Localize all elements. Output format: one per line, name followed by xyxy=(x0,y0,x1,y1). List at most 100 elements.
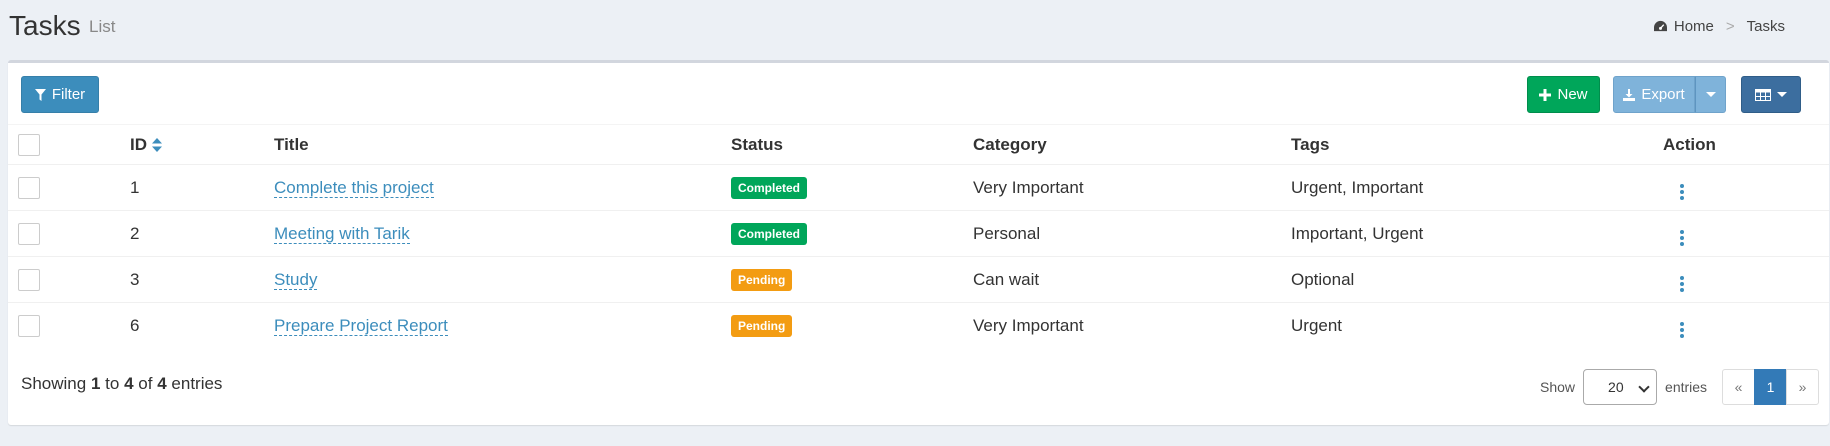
status-badge: Completed xyxy=(731,222,808,245)
row-title-link[interactable]: Prepare Project Report xyxy=(274,315,448,336)
info-entries-word: entries xyxy=(171,374,223,393)
info-of-word: of xyxy=(138,374,153,393)
column-header-action: Action xyxy=(1663,124,1829,165)
row-title-cell: Prepare Project Report xyxy=(274,302,731,349)
row-select-cell xyxy=(8,302,130,349)
status-badge: Pending xyxy=(731,314,793,337)
table-header-row: ID Title Status Category Tags Action xyxy=(8,124,1829,165)
sort-icon xyxy=(152,138,162,153)
chevron-down-icon xyxy=(1705,92,1716,97)
breadcrumb-current: Tasks xyxy=(1746,18,1785,35)
breadcrumb-home-link[interactable]: Home xyxy=(1674,18,1714,35)
page-length-select[interactable]: 20 xyxy=(1583,369,1658,405)
row-title-cell: Meeting with Tarik xyxy=(274,210,731,257)
row-title-cell: Study xyxy=(274,256,731,303)
breadcrumb-separator: > xyxy=(1725,18,1735,35)
row-checkbox[interactable] xyxy=(18,222,40,245)
export-button[interactable]: Export xyxy=(1613,76,1695,113)
row-select-cell xyxy=(8,256,130,303)
filter-icon xyxy=(34,88,46,101)
row-checkbox[interactable] xyxy=(18,314,40,337)
page-header: Tasks List Home > Tasks xyxy=(0,0,1830,58)
more-actions-icon[interactable] xyxy=(1677,320,1687,340)
column-visibility-button[interactable] xyxy=(1741,76,1801,113)
show-label: Show xyxy=(1540,379,1576,395)
dashboard-icon xyxy=(1653,20,1667,32)
filter-button[interactable]: Filter xyxy=(21,76,99,113)
plus-icon xyxy=(1539,88,1552,101)
column-header-id[interactable]: ID xyxy=(130,124,274,165)
pagination: « 1 » xyxy=(1722,369,1819,405)
page-title: Tasks xyxy=(9,10,81,41)
table-row: 1 Complete this project Completed Very I… xyxy=(8,164,1829,211)
entries-label: entries xyxy=(1665,379,1708,395)
row-title-link[interactable]: Study xyxy=(274,269,318,290)
row-action-cell xyxy=(1663,256,1829,303)
row-status-cell: Pending xyxy=(731,256,973,303)
export-button-label: Export xyxy=(1641,86,1685,103)
row-select-cell xyxy=(8,210,130,257)
info-from: 1 xyxy=(90,374,101,393)
row-id: 6 xyxy=(130,302,274,349)
row-category: Personal xyxy=(973,210,1291,257)
column-header-title[interactable]: Title xyxy=(274,124,731,165)
info-to-word: to xyxy=(105,374,120,393)
tasks-list-box: Filter New Export ID Title Status Catego… xyxy=(8,60,1829,425)
table-row: 6 Prepare Project Report Pending Very Im… xyxy=(8,302,1829,349)
column-header-status[interactable]: Status xyxy=(731,124,973,165)
table-row: 3 Study Pending Can wait Optional xyxy=(8,256,1829,303)
row-category: Very Important xyxy=(973,164,1291,211)
table-icon xyxy=(1755,88,1771,101)
new-button[interactable]: New xyxy=(1527,76,1600,113)
download-icon xyxy=(1623,88,1636,101)
pagination-prev[interactable]: « xyxy=(1722,369,1755,405)
row-category: Very Important xyxy=(973,302,1291,349)
export-dropdown-toggle[interactable] xyxy=(1695,76,1726,113)
row-status-cell: Completed xyxy=(731,164,973,211)
row-category: Can wait xyxy=(973,256,1291,303)
column-header-category[interactable]: Category xyxy=(973,124,1291,165)
info-to: 4 xyxy=(124,374,134,393)
row-checkbox[interactable] xyxy=(18,268,40,291)
row-tags: Optional xyxy=(1291,256,1663,303)
status-badge: Completed xyxy=(731,176,808,199)
table-info: Showing 1 to 4 of 4 entries xyxy=(21,374,222,394)
more-actions-icon[interactable] xyxy=(1677,274,1687,294)
select-all-cell xyxy=(8,124,130,165)
info-prefix: Showing xyxy=(21,374,87,393)
select-all-checkbox[interactable] xyxy=(18,133,40,156)
chevron-down-icon xyxy=(1638,381,1650,393)
row-action-cell xyxy=(1663,210,1829,257)
more-actions-icon[interactable] xyxy=(1677,182,1687,202)
breadcrumb: Home > Tasks xyxy=(1653,18,1785,35)
page-length-control: Show 20 entries xyxy=(1540,369,1707,405)
row-title-link[interactable]: Meeting with Tarik xyxy=(274,223,410,244)
row-status-cell: Pending xyxy=(731,302,973,349)
row-id: 3 xyxy=(130,256,274,303)
chevron-down-icon xyxy=(1777,92,1787,97)
new-button-label: New xyxy=(1557,86,1588,103)
pagination-next[interactable]: » xyxy=(1786,369,1819,405)
page-length-value: 20 xyxy=(1608,379,1624,395)
row-tags: Urgent xyxy=(1291,302,1663,349)
more-actions-icon[interactable] xyxy=(1677,228,1687,248)
row-title-cell: Complete this project xyxy=(274,164,731,211)
row-checkbox[interactable] xyxy=(18,176,40,199)
row-title-link[interactable]: Complete this project xyxy=(274,177,434,198)
tasks-table: ID Title Status Category Tags Action 1 C… xyxy=(8,124,1829,349)
table-row: 2 Meeting with Tarik Completed Personal … xyxy=(8,210,1829,257)
page-subtitle: List xyxy=(89,17,116,36)
row-tags: Important, Urgent xyxy=(1291,210,1663,257)
row-select-cell xyxy=(8,164,130,211)
row-tags: Urgent, Important xyxy=(1291,164,1663,211)
pagination-page-1[interactable]: 1 xyxy=(1754,369,1787,405)
row-action-cell xyxy=(1663,302,1829,349)
info-total: 4 xyxy=(157,374,167,393)
row-id: 1 xyxy=(130,164,274,211)
status-badge: Pending xyxy=(731,268,793,291)
column-header-tags[interactable]: Tags xyxy=(1291,124,1663,165)
column-header-id-label: ID xyxy=(130,134,147,154)
row-status-cell: Completed xyxy=(731,210,973,257)
filter-button-label: Filter xyxy=(51,86,86,103)
row-id: 2 xyxy=(130,210,274,257)
